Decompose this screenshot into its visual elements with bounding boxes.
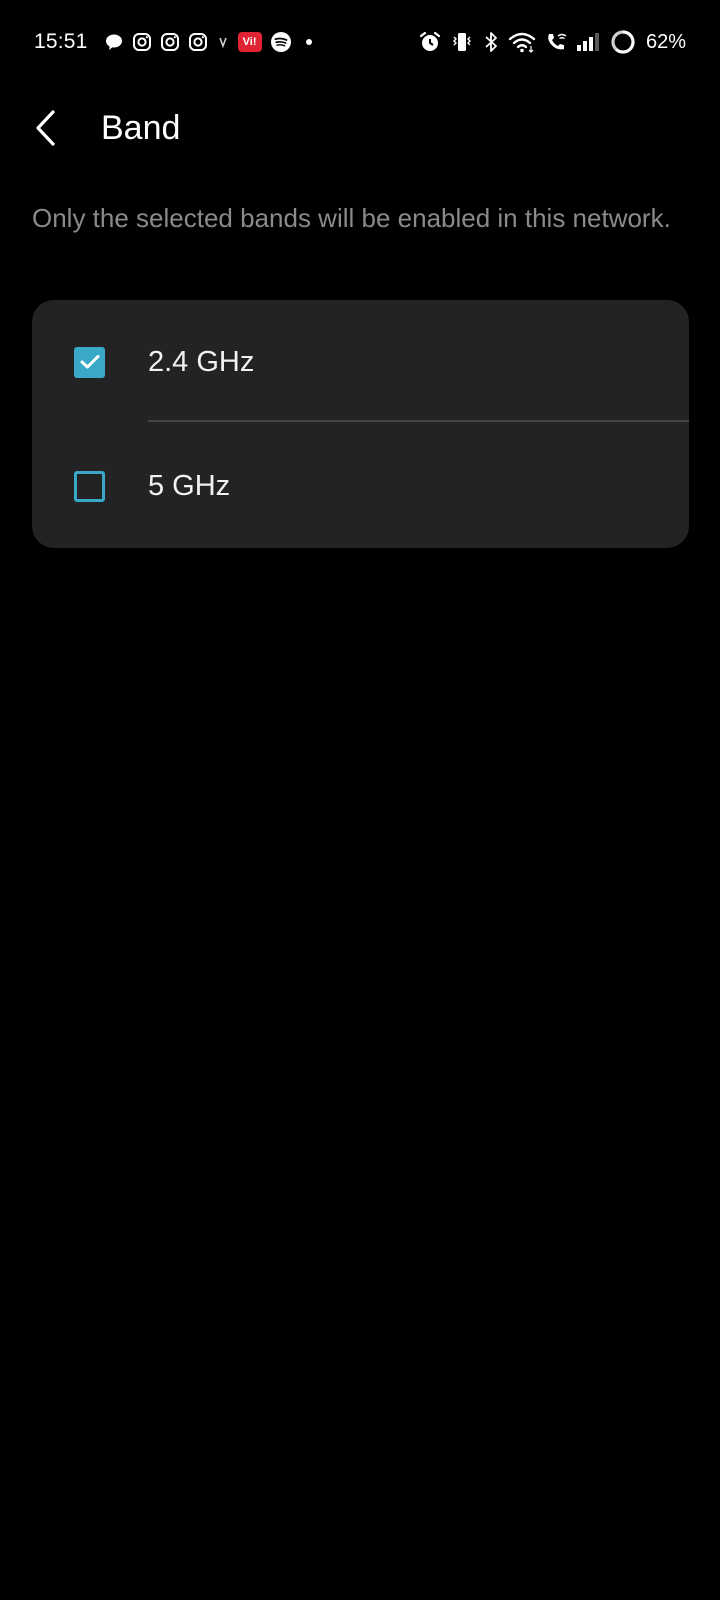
bluetooth-icon (482, 30, 500, 54)
chevron-left-icon (36, 110, 55, 146)
band-options-card: 2.4 GHz 5 GHz (32, 300, 689, 548)
spotify-icon (270, 31, 292, 53)
battery-percentage: 62% (645, 30, 686, 53)
status-time: 15:51 (34, 30, 88, 53)
instagram-icon (160, 32, 180, 52)
battery-ring-icon (610, 29, 636, 55)
notification-dot-icon (305, 39, 312, 45)
band-option-2-4ghz[interactable]: 2.4 GHz (32, 300, 689, 424)
alarm-icon (418, 30, 442, 54)
instagram-icon (188, 32, 208, 52)
band-label-5ghz: 5 GHz (148, 469, 231, 502)
status-bar-left: 15:51 Vi! (34, 30, 312, 54)
row-divider (148, 420, 689, 422)
vi-app-icon: Vi! (237, 32, 262, 52)
checkbox-2-4ghz[interactable] (74, 346, 105, 378)
back-button[interactable] (10, 92, 82, 164)
page-title: Band (101, 108, 181, 147)
small-app-icon (216, 35, 230, 49)
status-bar: 15:51 Vi! 62% (0, 0, 720, 84)
band-label-2-4ghz: 2.4 GHz (148, 345, 255, 378)
band-settings-screen: 15:51 Vi! 62% Band Only the selected ban… (0, 0, 720, 1600)
app-bar: Band (0, 84, 720, 172)
signal-icon (576, 30, 602, 54)
chat-bubble-icon (104, 32, 124, 52)
description-text: Only the selected bands will be enabled … (32, 203, 671, 233)
checkbox-5ghz[interactable] (74, 470, 105, 502)
wifi-calling-icon (544, 30, 568, 54)
instagram-icon (132, 32, 152, 52)
band-option-5ghz[interactable]: 5 GHz (32, 424, 689, 548)
vibrate-icon (450, 30, 474, 54)
checkmark-icon (80, 355, 99, 369)
wifi-icon (508, 30, 536, 54)
status-bar-right: 62% (418, 29, 686, 55)
